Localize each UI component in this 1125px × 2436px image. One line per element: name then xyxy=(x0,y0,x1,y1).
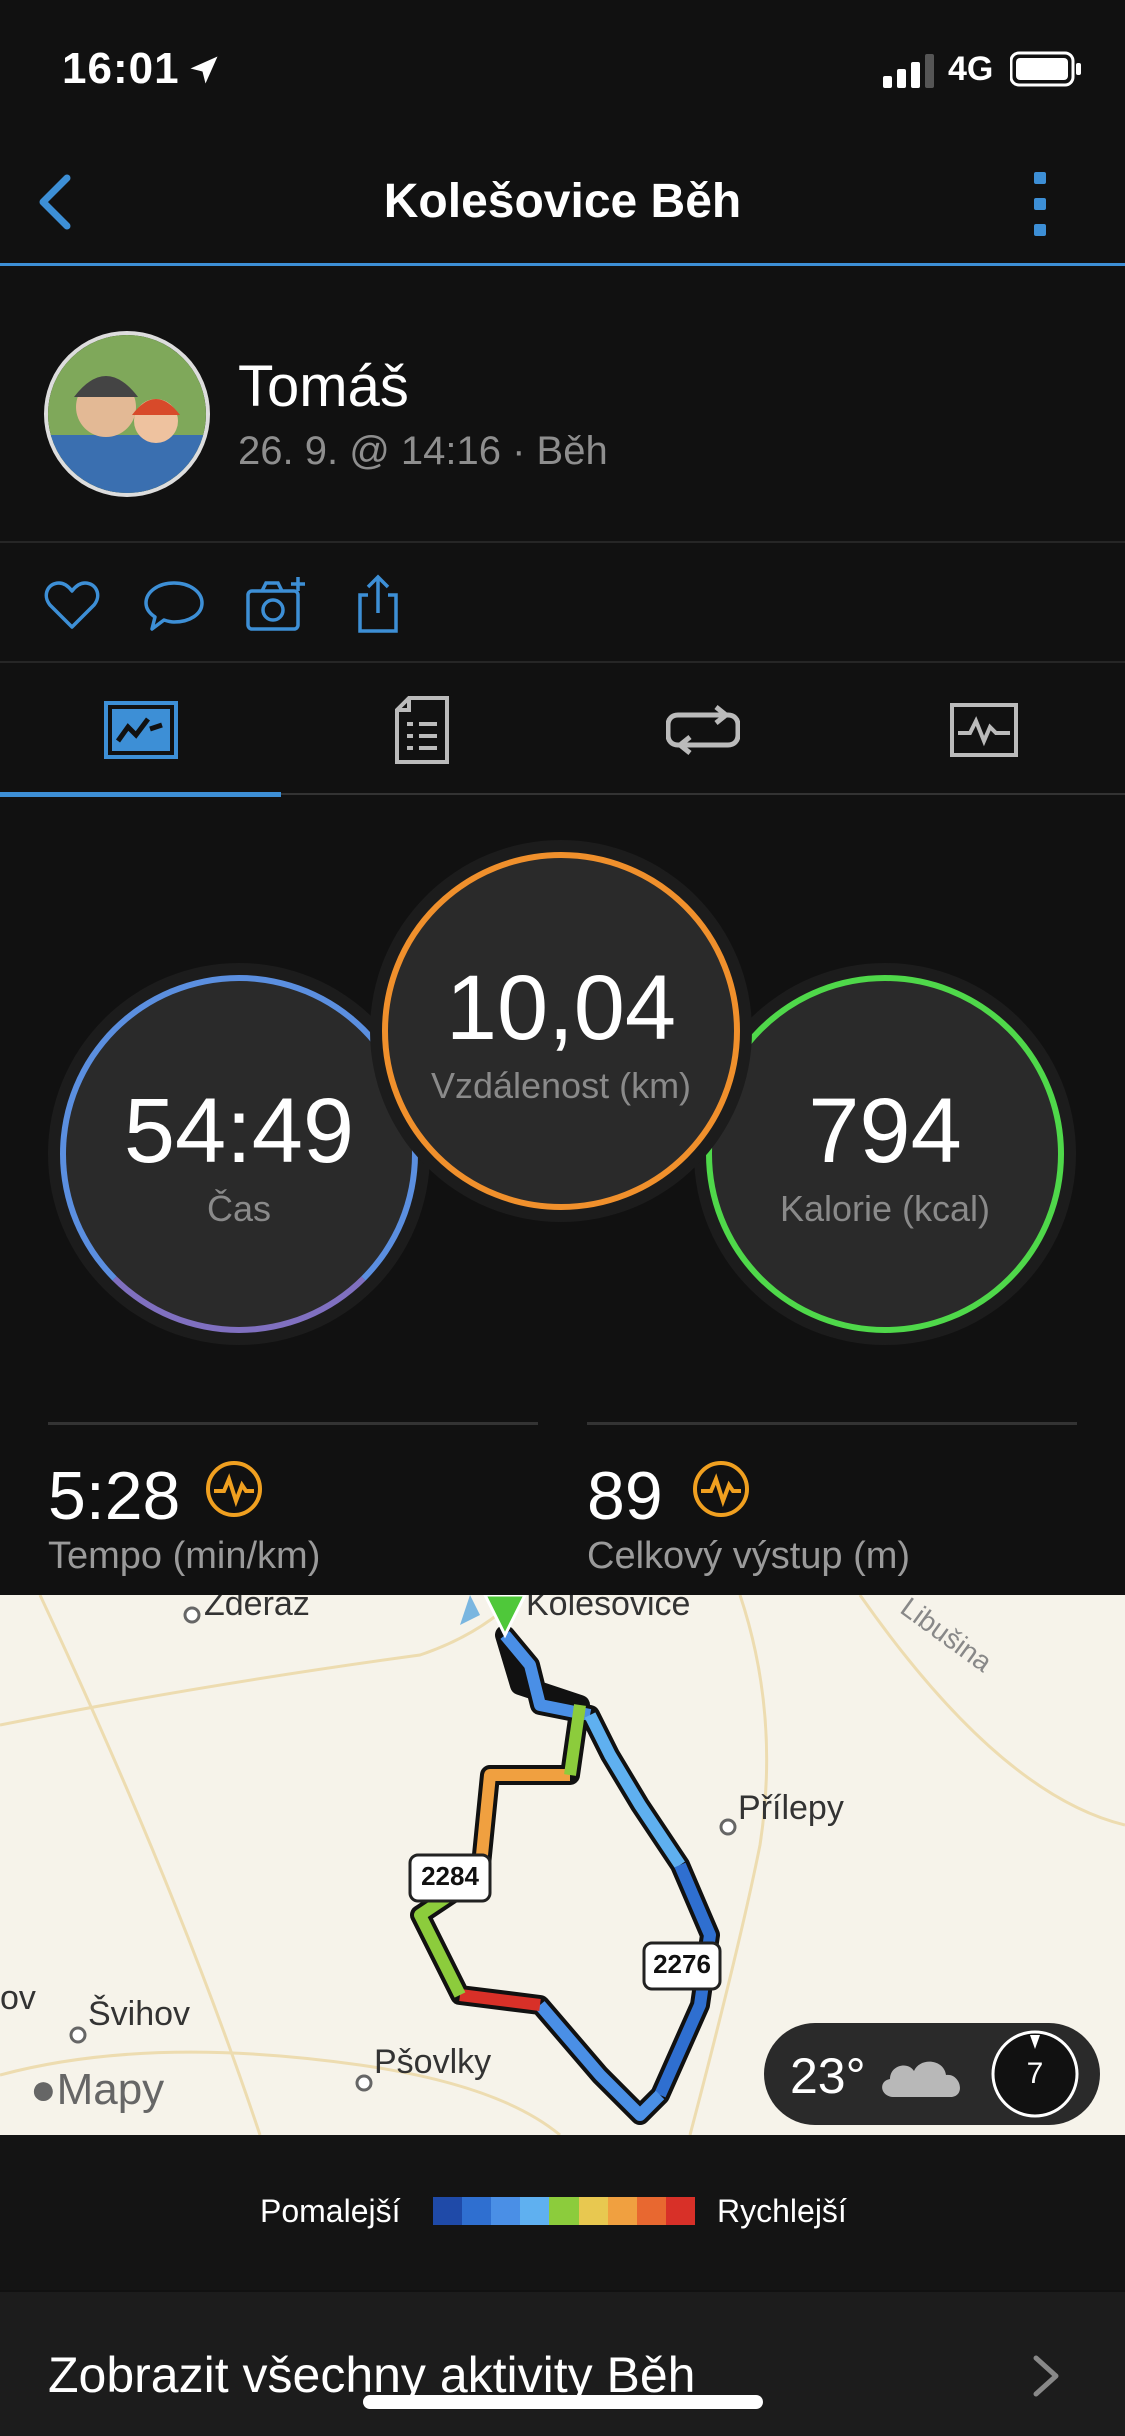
tab-laps[interactable] xyxy=(562,665,843,795)
ascent-label: Celkový výstup (m) xyxy=(587,1535,911,1577)
legend-fast-label: Rychlejší xyxy=(717,2193,847,2229)
activity-meta: 26. 9. @ 14:16 · Běh xyxy=(238,429,608,473)
distance-ring: 10,04 Vzdálenost (km) xyxy=(382,852,740,1210)
map-place-prilepy: Přílepy xyxy=(738,1789,844,1827)
legend-color-swatch xyxy=(491,2197,521,2225)
like-heart-icon[interactable] xyxy=(40,573,104,637)
legend-color-swatch xyxy=(462,2197,492,2225)
network-type: 4G xyxy=(948,50,994,88)
apple-logo-icon: ● xyxy=(30,2065,57,2114)
share-icon[interactable] xyxy=(346,573,410,637)
pace-label: Tempo (min/km) xyxy=(48,1535,321,1577)
pace-pulse-icon xyxy=(206,1461,262,1517)
calories-label: Kalorie (kcal) xyxy=(779,1187,991,1229)
calories-ring: 794 Kalorie (kcal) xyxy=(706,975,1064,1333)
tab-details[interactable] xyxy=(281,665,562,795)
weather-widget[interactable]: 23° 7 xyxy=(764,2023,1100,2125)
back-button[interactable] xyxy=(20,162,90,242)
overview-stats-icon xyxy=(103,701,178,759)
legend-slow-label: Pomalejší xyxy=(260,2193,401,2229)
activity-tabs xyxy=(0,665,1125,797)
add-photo-icon[interactable] xyxy=(244,573,308,637)
distance-value: 10,04 xyxy=(445,956,677,1059)
time-value: 54:49 xyxy=(123,1079,355,1182)
pace-metric: 5:28 Tempo (min/km) xyxy=(48,1422,538,1577)
status-bar: 16:01 4G xyxy=(0,0,1125,140)
wind-speed: 7 xyxy=(1026,2057,1044,2090)
comment-icon[interactable] xyxy=(142,573,206,637)
map-place-psovlky: Pšovlky xyxy=(374,2043,492,2081)
time-ring: 54:49 Čas xyxy=(60,975,418,1333)
avatar[interactable] xyxy=(44,331,210,497)
legend-color-bar xyxy=(433,2197,695,2225)
ascent-pulse-icon xyxy=(693,1461,749,1517)
map-place-kolesovice: Kolešovice xyxy=(526,1595,691,1623)
map-place-svihov: Švihov xyxy=(88,1995,191,2033)
more-options-button[interactable] xyxy=(1020,164,1060,244)
home-indicator[interactable] xyxy=(363,2395,763,2409)
road-number-2276: 2276 xyxy=(653,1949,711,1979)
legend-color-swatch xyxy=(549,2197,579,2225)
stats-section: 54:49 Čas 794 Kalorie (kcal) 10,04 Vzdál… xyxy=(0,797,1125,1595)
chevron-right-icon xyxy=(1033,2355,1059,2397)
view-all-activities-link[interactable]: Zobrazit všechny aktivity Běh xyxy=(0,2292,1125,2436)
tab-charts[interactable] xyxy=(843,665,1124,795)
cloud-icon xyxy=(882,2061,960,2097)
ascent-metric: 89 Celkový výstup (m) xyxy=(587,1422,1077,1577)
laps-loop-icon xyxy=(665,705,740,755)
user-name[interactable]: Tomáš xyxy=(238,353,409,420)
route-map[interactable]: Zderaz Kolešovice Libušina Přílepy Šviho… xyxy=(0,1595,1125,2135)
legend-color-swatch xyxy=(520,2197,550,2225)
calories-value: 794 xyxy=(808,1079,962,1182)
legend-color-swatch xyxy=(665,2197,695,2225)
distance-label: Vzdálenost (km) xyxy=(430,1064,692,1106)
back-chevron-icon xyxy=(39,174,71,230)
location-arrow-icon xyxy=(190,56,218,84)
pace-value: 5:28 xyxy=(48,1458,181,1534)
map-place-zderaz: Zderaz xyxy=(204,1595,310,1623)
legend-color-swatch xyxy=(433,2197,463,2225)
charts-graph-icon xyxy=(949,703,1018,757)
battery-icon xyxy=(1010,51,1081,87)
maps-logo: ●Mapy xyxy=(30,2065,165,2114)
map-place-partial: ov xyxy=(0,1979,36,2017)
page-title: Kolešovice Běh xyxy=(383,175,742,228)
legend-color-swatch xyxy=(636,2197,666,2225)
activity-owner: Tomáš 26. 9. @ 14:16 · Běh xyxy=(0,269,1125,543)
legend-color-swatch xyxy=(607,2197,637,2225)
weather-temperature: 23° xyxy=(790,2048,866,2104)
details-document-icon xyxy=(394,696,449,764)
ascent-value: 89 xyxy=(587,1458,663,1534)
tab-overview[interactable] xyxy=(0,665,281,797)
action-bar xyxy=(0,545,1125,663)
time-label: Čas xyxy=(206,1187,272,1229)
road-number-2284: 2284 xyxy=(421,1861,479,1891)
status-time: 16:01 xyxy=(62,44,180,93)
pace-legend: Pomalejší Rychlejší xyxy=(0,2135,1125,2290)
nav-bar: Kolešovice Běh xyxy=(0,140,1125,266)
legend-color-swatch xyxy=(578,2197,608,2225)
cellular-signal-icon xyxy=(883,54,934,88)
